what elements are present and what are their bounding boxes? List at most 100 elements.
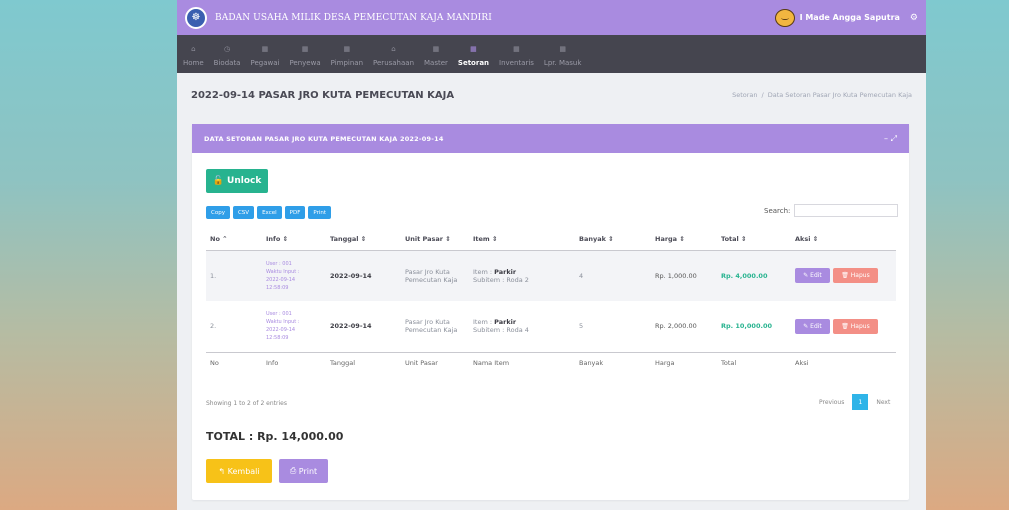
col-unit-pasar[interactable]: Unit Pasar ⇕ <box>401 228 469 251</box>
footer-total: Total <box>717 351 791 373</box>
trash-icon: 🗑 <box>841 272 849 280</box>
grid-icon: ▦ <box>301 45 309 53</box>
search-input[interactable] <box>794 204 899 217</box>
cell-aksi: ✎ Edit 🗑 Hapus <box>791 250 896 301</box>
user-menu[interactable]: I Made Angga Saputra ⚙ <box>774 8 918 27</box>
col-item[interactable]: Item ⇕ <box>469 228 575 251</box>
cell-aksi: ✎ Edit 🗑 Hapus <box>791 301 896 352</box>
nav-home[interactable]: ⌂ Home <box>183 45 204 67</box>
table-row: 2. User : 001 Waktu Input : 2022-09-14 1… <box>206 301 896 352</box>
print-export-button[interactable]: Print <box>308 206 332 219</box>
csv-button[interactable]: CSV <box>232 206 255 219</box>
delete-button[interactable]: 🗑 Hapus <box>833 318 878 334</box>
print-button[interactable]: ⎙ Print <box>279 459 328 483</box>
col-info[interactable]: Info ⇕ <box>262 228 326 251</box>
nav-master[interactable]: ▦ Master <box>424 45 448 67</box>
breadcrumb-current: Data Setoran Pasar Jro Kuta Pemecutan Ka… <box>767 91 912 99</box>
cell-info: User : 001 Waktu Input : 2022-09-14 12:5… <box>266 311 300 342</box>
footer-tanggal: Tanggal <box>326 351 401 373</box>
setoran-table: No ⌃ Info ⇕ Tanggal ⇕ Unit Pasar ⇕ Item … <box>206 228 896 373</box>
footer-info: Info <box>262 351 326 373</box>
total-amount: TOTAL : Rp. 14,000.00 <box>206 430 344 443</box>
cell-item: Item : Parkir Subitem : Roda 4 <box>473 318 529 335</box>
nav-inventaris[interactable]: ▦ Inventaris <box>499 45 534 67</box>
edit-button[interactable]: ✎ Edit <box>795 268 830 284</box>
cell-total: Rp. 4,000.00 <box>717 250 791 301</box>
cell-unit: Pasar Jro Kuta Pemecutan Kaja <box>401 250 469 301</box>
col-total[interactable]: Total ⇕ <box>717 228 791 251</box>
nav-biodata[interactable]: ◷ Biodata <box>214 45 241 67</box>
next-link[interactable]: Next <box>876 399 890 406</box>
grid-icon: ▦ <box>261 45 269 53</box>
col-aksi[interactable]: Aksi ⇕ <box>791 228 896 251</box>
data-card: DATA SETORAN PASAR JRO KUTA PEMECUTAN KA… <box>192 124 909 500</box>
nav-perusahaan[interactable]: ⌂ Perusahaan <box>373 45 414 67</box>
page-header: 2022-09-14 PASAR JRO KUTA PEMECUTAN KAJA… <box>177 73 926 117</box>
pencil-icon: ✎ <box>803 272 809 280</box>
main-nav: ⌂ Home ◷ Biodata ▦ Pegawai ▦ Penyewa ▦ Pimpin… <box>177 35 926 73</box>
cell-item: Item : Parkir Subitem : Roda 2 <box>469 250 575 301</box>
home-icon: ⌂ <box>391 45 396 53</box>
grid-icon: ▦ <box>432 45 440 53</box>
table-row: 1. User : 001 Waktu Input : 2022-09-14 1… <box>206 250 896 301</box>
nav-lpr-masuk[interactable]: ▦ Lpr. Masuk <box>544 45 582 67</box>
pdf-button[interactable]: PDF <box>284 206 306 219</box>
nav-penyewa[interactable]: ▦ Penyewa <box>289 45 320 67</box>
card-header: DATA SETORAN PASAR JRO KUTA PEMECUTAN KA… <box>192 124 909 153</box>
reply-icon: ↰ <box>218 466 226 476</box>
grid-icon: ▦ <box>470 45 477 53</box>
col-banyak[interactable]: Banyak ⇕ <box>575 228 651 251</box>
cell-unit: Pasar Jro Kuta Pemecutan Kaja <box>405 318 458 335</box>
card-tools[interactable]: – ⤢ <box>884 134 897 144</box>
cell-tanggal: 2022-09-14 <box>326 250 401 301</box>
search: Search: <box>764 204 899 217</box>
cell-banyak: 5 <box>579 322 584 331</box>
grid-icon: ▦ <box>559 45 566 53</box>
home-icon: ⌂ <box>191 45 196 53</box>
previous-link[interactable]: Previous <box>819 399 844 406</box>
entries-info: Showing 1 to 2 of 2 entries <box>206 400 287 407</box>
logo-icon: ☸ <box>185 6 207 29</box>
back-button[interactable]: ↰ Kembali <box>206 459 272 483</box>
breadcrumb-separator: / <box>761 91 764 99</box>
nav-setoran[interactable]: ▦ Setoran <box>458 45 489 67</box>
col-harga[interactable]: Harga ⇕ <box>651 228 717 251</box>
breadcrumb-setoran[interactable]: Setoran <box>732 91 757 99</box>
clock-icon: ◷ <box>224 45 231 53</box>
col-no[interactable]: No ⌃ <box>206 228 262 251</box>
col-tanggal[interactable]: Tanggal ⇕ <box>326 228 401 251</box>
printer-icon: ⎙ <box>289 466 297 475</box>
cell-no: 2. <box>210 322 217 331</box>
gear-icon[interactable]: ⚙ <box>910 13 918 23</box>
unlock-icon: 🔓 <box>212 176 224 186</box>
table-footer-row: No Info Tanggal Unit Pasar Nama Item Ban… <box>206 351 896 373</box>
search-label: Search: <box>764 206 791 215</box>
page-1-button[interactable]: 1 <box>852 394 869 410</box>
user-name: I Made Angga Saputra <box>799 13 900 22</box>
nav-pimpinan[interactable]: ▦ Pimpinan <box>331 45 363 67</box>
edit-button[interactable]: ✎ Edit <box>795 318 830 334</box>
grid-icon: ▦ <box>513 45 520 53</box>
cell-banyak: 4 <box>575 250 651 301</box>
pagination: Previous 1 Next <box>819 394 890 410</box>
cell-harga: Rp. 2,000.00 <box>655 322 697 331</box>
excel-button[interactable]: Excel <box>257 206 282 219</box>
cell-tanggal: 2022-09-14 <box>330 322 372 331</box>
footer-no: No <box>206 351 262 373</box>
cell-info: User : 001 Waktu Input : 2022-09-14 12:5… <box>262 250 326 301</box>
top-bar: ☸ BADAN USAHA MILIK DESA PEMECUTAN KAJA … <box>177 0 926 35</box>
copy-button[interactable]: Copy <box>206 206 230 219</box>
footer-harga: Harga <box>651 351 717 373</box>
unlock-button[interactable]: 🔓 Unlock <box>206 169 268 193</box>
grid-icon: ▦ <box>343 45 351 53</box>
app-title: BADAN USAHA MILIK DESA PEMECUTAN KAJA MA… <box>215 12 492 23</box>
nav-pegawai[interactable]: ▦ Pegawai <box>250 45 279 67</box>
avatar <box>774 8 795 27</box>
footer-banyak: Banyak <box>575 351 651 373</box>
pencil-icon: ✎ <box>803 322 809 330</box>
export-buttons: Copy CSV Excel PDF Print <box>206 206 334 219</box>
delete-button[interactable]: 🗑 Hapus <box>833 268 878 284</box>
breadcrumb: Setoran / Data Setoran Pasar Jro Kuta Peme… <box>732 91 912 99</box>
app-frame: ☸ BADAN USAHA MILIK DESA PEMECUTAN KAJA … <box>177 0 926 510</box>
cell-no: 1. <box>206 250 262 301</box>
